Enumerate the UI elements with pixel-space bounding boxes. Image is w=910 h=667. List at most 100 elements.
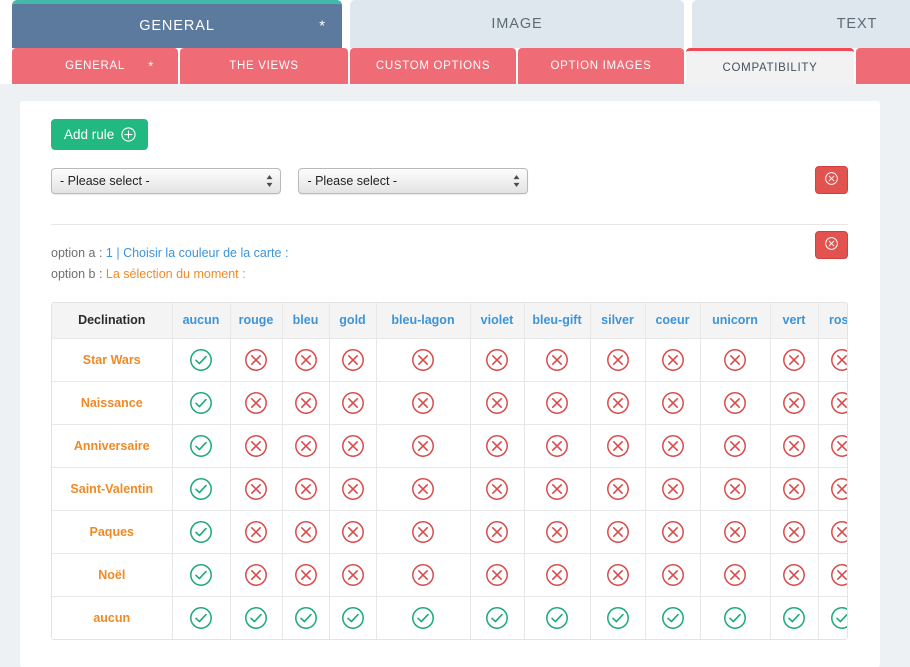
matrix-cell-toggle-5-7[interactable] xyxy=(590,553,646,597)
matrix-cell-toggle-4-11[interactable] xyxy=(818,510,847,554)
matrix-cell-toggle-0-1[interactable] xyxy=(230,338,283,382)
matrix-cell-toggle-3-1[interactable] xyxy=(230,467,283,511)
matrix-cell-toggle-1-10[interactable] xyxy=(770,381,819,425)
matrix-cell-toggle-4-8[interactable] xyxy=(645,510,701,554)
matrix-cell-toggle-2-3[interactable] xyxy=(329,424,377,468)
matrix-cell-toggle-6-11[interactable] xyxy=(818,596,847,639)
subtab-option-images[interactable]: OPTION IMAGES xyxy=(518,48,684,84)
matrix-cell-toggle-5-6[interactable] xyxy=(524,553,591,597)
matrix-cell-toggle-5-11[interactable] xyxy=(818,553,847,597)
matrix-cell-toggle-0-9[interactable] xyxy=(700,338,771,382)
matrix-cell-toggle-0-7[interactable] xyxy=(590,338,646,382)
matrix-cell-toggle-3-10[interactable] xyxy=(770,467,819,511)
subtab-truncated[interactable]: D xyxy=(856,48,910,84)
matrix-cell-toggle-1-1[interactable] xyxy=(230,381,283,425)
matrix-cell-toggle-3-0[interactable] xyxy=(172,467,231,511)
matrix-cell-toggle-6-6[interactable] xyxy=(524,596,591,639)
rule-option-b-select[interactable]: - Please select - xyxy=(298,168,529,194)
matrix-cell-toggle-6-5[interactable] xyxy=(470,596,525,639)
matrix-cell-toggle-5-4[interactable] xyxy=(376,553,471,597)
matrix-cell-toggle-4-0[interactable] xyxy=(172,510,231,554)
matrix-cell-toggle-0-5[interactable] xyxy=(470,338,525,382)
matrix-cell-toggle-6-10[interactable] xyxy=(770,596,819,639)
option-b-value[interactable]: La sélection du moment : xyxy=(106,267,246,281)
matrix-cell-toggle-4-1[interactable] xyxy=(230,510,283,554)
option-a-value[interactable]: Choisir la couleur de la carte : xyxy=(123,246,288,260)
matrix-cell-toggle-4-6[interactable] xyxy=(524,510,591,554)
matrix-cell-toggle-4-4[interactable] xyxy=(376,510,471,554)
matrix-cell-toggle-0-4[interactable] xyxy=(376,338,471,382)
matrix-cell-toggle-0-10[interactable] xyxy=(770,338,819,382)
add-rule-button[interactable]: Add rule xyxy=(51,119,149,150)
matrix-cell-toggle-3-8[interactable] xyxy=(645,467,701,511)
matrix-cell-toggle-0-0[interactable] xyxy=(172,338,231,382)
matrix-cell-toggle-3-11[interactable] xyxy=(818,467,847,511)
matrix-cell-toggle-2-4[interactable] xyxy=(376,424,471,468)
matrix-cell-toggle-2-1[interactable] xyxy=(230,424,283,468)
delete-rule-button-new[interactable] xyxy=(815,166,848,194)
matrix-cell-toggle-6-7[interactable] xyxy=(590,596,646,639)
matrix-cell-toggle-3-2[interactable] xyxy=(282,467,330,511)
matrix-cell-toggle-6-3[interactable] xyxy=(329,596,377,639)
matrix-cell-toggle-1-3[interactable] xyxy=(329,381,377,425)
matrix-cell-toggle-5-1[interactable] xyxy=(230,553,283,597)
matrix-cell-toggle-1-6[interactable] xyxy=(524,381,591,425)
matrix-cell-toggle-6-0[interactable] xyxy=(172,596,231,639)
matrix-cell-toggle-5-3[interactable] xyxy=(329,553,377,597)
matrix-cell-toggle-2-10[interactable] xyxy=(770,424,819,468)
delete-rule-button-existing[interactable] xyxy=(815,231,848,259)
matrix-cell-toggle-2-5[interactable] xyxy=(470,424,525,468)
matrix-cell-toggle-5-5[interactable] xyxy=(470,553,525,597)
matrix-cell-toggle-4-5[interactable] xyxy=(470,510,525,554)
matrix-cell-toggle-4-9[interactable] xyxy=(700,510,771,554)
matrix-cell-toggle-6-1[interactable] xyxy=(230,596,283,639)
matrix-cell-toggle-5-10[interactable] xyxy=(770,553,819,597)
matrix-cell-toggle-3-3[interactable] xyxy=(329,467,377,511)
matrix-cell-toggle-2-8[interactable] xyxy=(645,424,701,468)
matrix-cell-toggle-5-0[interactable] xyxy=(172,553,231,597)
matrix-cell-toggle-2-6[interactable] xyxy=(524,424,591,468)
tab-general[interactable]: GENERAL * xyxy=(12,0,342,48)
subtab-compatibility[interactable]: COMPATIBILITY xyxy=(686,48,854,84)
tab-text[interactable]: TEXT xyxy=(692,0,910,48)
matrix-cell-toggle-0-11[interactable] xyxy=(818,338,847,382)
tab-image[interactable]: IMAGE xyxy=(350,0,684,48)
matrix-cell-toggle-1-9[interactable] xyxy=(700,381,771,425)
rule-option-a-select[interactable]: - Please select - xyxy=(51,168,281,194)
matrix-cell-toggle-2-2[interactable] xyxy=(282,424,330,468)
matrix-cell-toggle-6-9[interactable] xyxy=(700,596,771,639)
subtab-the-views[interactable]: THE VIEWS xyxy=(180,48,348,84)
matrix-cell-toggle-1-11[interactable] xyxy=(818,381,847,425)
matrix-cell-toggle-2-11[interactable] xyxy=(818,424,847,468)
matrix-cell-toggle-5-8[interactable] xyxy=(645,553,701,597)
matrix-cell-toggle-0-3[interactable] xyxy=(329,338,377,382)
matrix-cell-toggle-3-5[interactable] xyxy=(470,467,525,511)
matrix-cell-toggle-1-0[interactable] xyxy=(172,381,231,425)
matrix-cell-toggle-4-7[interactable] xyxy=(590,510,646,554)
matrix-cell-toggle-0-6[interactable] xyxy=(524,338,591,382)
matrix-cell-toggle-1-5[interactable] xyxy=(470,381,525,425)
subtab-general[interactable]: GENERAL * xyxy=(12,48,178,84)
matrix-cell-toggle-1-4[interactable] xyxy=(376,381,471,425)
matrix-cell-toggle-4-10[interactable] xyxy=(770,510,819,554)
subtab-custom-options[interactable]: CUSTOM OPTIONS xyxy=(350,48,516,84)
matrix-cell-toggle-1-7[interactable] xyxy=(590,381,646,425)
matrix-cell-toggle-2-7[interactable] xyxy=(590,424,646,468)
matrix-cell-toggle-6-2[interactable] xyxy=(282,596,330,639)
matrix-cell-toggle-3-9[interactable] xyxy=(700,467,771,511)
matrix-cell-toggle-5-2[interactable] xyxy=(282,553,330,597)
matrix-cell-toggle-6-4[interactable] xyxy=(376,596,471,639)
matrix-cell-toggle-4-3[interactable] xyxy=(329,510,377,554)
matrix-cell-toggle-3-6[interactable] xyxy=(524,467,591,511)
matrix-cell-toggle-0-2[interactable] xyxy=(282,338,330,382)
matrix-cell-toggle-1-2[interactable] xyxy=(282,381,330,425)
matrix-cell-toggle-2-0[interactable] xyxy=(172,424,231,468)
matrix-cell-toggle-3-4[interactable] xyxy=(376,467,471,511)
matrix-cell-toggle-1-8[interactable] xyxy=(645,381,701,425)
matrix-cell-toggle-5-9[interactable] xyxy=(700,553,771,597)
matrix-cell-toggle-6-8[interactable] xyxy=(645,596,701,639)
matrix-cell-toggle-2-9[interactable] xyxy=(700,424,771,468)
matrix-cell-toggle-3-7[interactable] xyxy=(590,467,646,511)
matrix-cell-toggle-0-8[interactable] xyxy=(645,338,701,382)
matrix-cell-toggle-4-2[interactable] xyxy=(282,510,330,554)
